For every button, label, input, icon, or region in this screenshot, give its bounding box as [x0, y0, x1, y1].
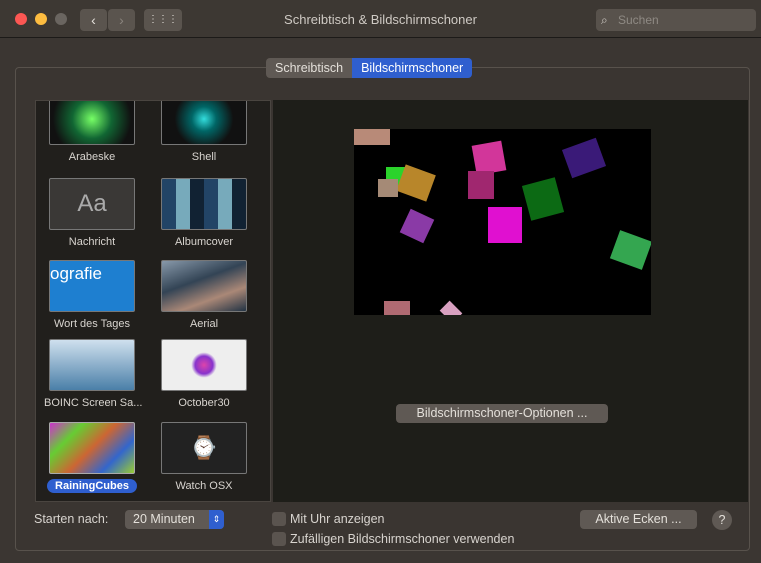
saver-arabeske[interactable]: Arabeske	[36, 101, 148, 164]
saver-label: Aerial	[189, 318, 219, 330]
saver-label: RainingCubes	[47, 479, 137, 493]
saver-october30[interactable]: October30	[148, 339, 260, 410]
cube	[439, 300, 463, 315]
saver-thumbnail	[161, 260, 247, 312]
saver-boinc[interactable]: BOINC Screen Sa...	[36, 339, 148, 410]
cube	[488, 207, 522, 243]
start-after-select[interactable]: 20 Minuten ⇕	[125, 510, 224, 529]
saver-label: Watch OSX	[175, 480, 233, 492]
cube	[399, 208, 435, 244]
screensaver-options-button[interactable]: Bildschirmschoner-Optionen ...	[396, 404, 608, 423]
saver-thumbnail	[161, 101, 247, 145]
saver-label: Arabeske	[68, 151, 116, 163]
saver-thumbnail	[49, 339, 135, 391]
saver-wort-des-tages[interactable]: ografie Wort des Tages	[36, 260, 148, 331]
cube	[354, 129, 390, 145]
checkbox-box	[272, 512, 286, 526]
show-clock-label: Mit Uhr anzeigen	[290, 512, 385, 526]
cube	[468, 171, 494, 199]
cube	[378, 179, 398, 197]
cube	[609, 230, 651, 270]
saver-thumbnail	[161, 178, 247, 230]
hot-corners-button[interactable]: Aktive Ecken ...	[580, 510, 697, 529]
watch-icon: ⌚	[161, 422, 247, 474]
saver-label: Shell	[191, 151, 217, 163]
search-placeholder: Suchen	[618, 13, 659, 27]
saver-nachricht[interactable]: Aa Nachricht	[36, 178, 148, 249]
saver-label: Albumcover	[174, 236, 234, 248]
search-input[interactable]: ⌕ Suchen	[596, 9, 756, 31]
saver-thumbnail	[49, 422, 135, 474]
saver-label: BOINC Screen Sa...	[44, 397, 143, 409]
saver-rainingcubes[interactable]: RainingCubes	[36, 422, 148, 493]
saver-label: Wort des Tages	[53, 318, 131, 330]
show-clock-checkbox[interactable]: Mit Uhr anzeigen	[272, 512, 385, 526]
chevron-updown-icon: ⇕	[209, 510, 224, 529]
screensaver-preview	[354, 129, 651, 315]
tab-schreibtisch[interactable]: Schreibtisch	[266, 58, 353, 78]
saver-thumbnail: Aa	[49, 178, 135, 230]
checkbox-box	[272, 532, 286, 546]
random-screensaver-label: Zufälligen Bildschirmschoner verwenden	[290, 532, 515, 546]
cube	[521, 177, 565, 221]
saver-albumcover[interactable]: Albumcover	[148, 178, 260, 249]
start-after-value: 20 Minuten	[133, 512, 195, 526]
random-screensaver-checkbox[interactable]: Zufälligen Bildschirmschoner verwenden	[272, 532, 514, 546]
cube	[384, 301, 410, 315]
tab-bildschirmschoner[interactable]: Bildschirmschoner	[352, 58, 473, 78]
saver-label: Nachricht	[68, 236, 116, 248]
screensaver-list[interactable]: Arabeske Shell Aa Nachricht Albumcover og…	[35, 100, 271, 502]
saver-watch-osx[interactable]: ⌚ Watch OSX	[148, 422, 260, 493]
saver-thumbnail: ografie	[49, 260, 135, 312]
saver-thumbnail	[161, 339, 247, 391]
saver-thumbnail	[49, 101, 135, 145]
cube	[561, 137, 607, 179]
tab-bar: Schreibtisch Bildschirmschoner	[266, 58, 473, 78]
start-after-label: Starten nach:	[34, 512, 109, 526]
saver-shell[interactable]: Shell	[148, 101, 260, 164]
title-bar: ‹ › ⋮⋮⋮ Schreibtisch & Bildschirmschoner…	[0, 0, 761, 38]
saver-aerial[interactable]: Aerial	[148, 260, 260, 331]
search-icon: ⌕	[601, 13, 608, 27]
help-button[interactable]: ?	[712, 510, 732, 530]
saver-label: October30	[178, 397, 230, 409]
